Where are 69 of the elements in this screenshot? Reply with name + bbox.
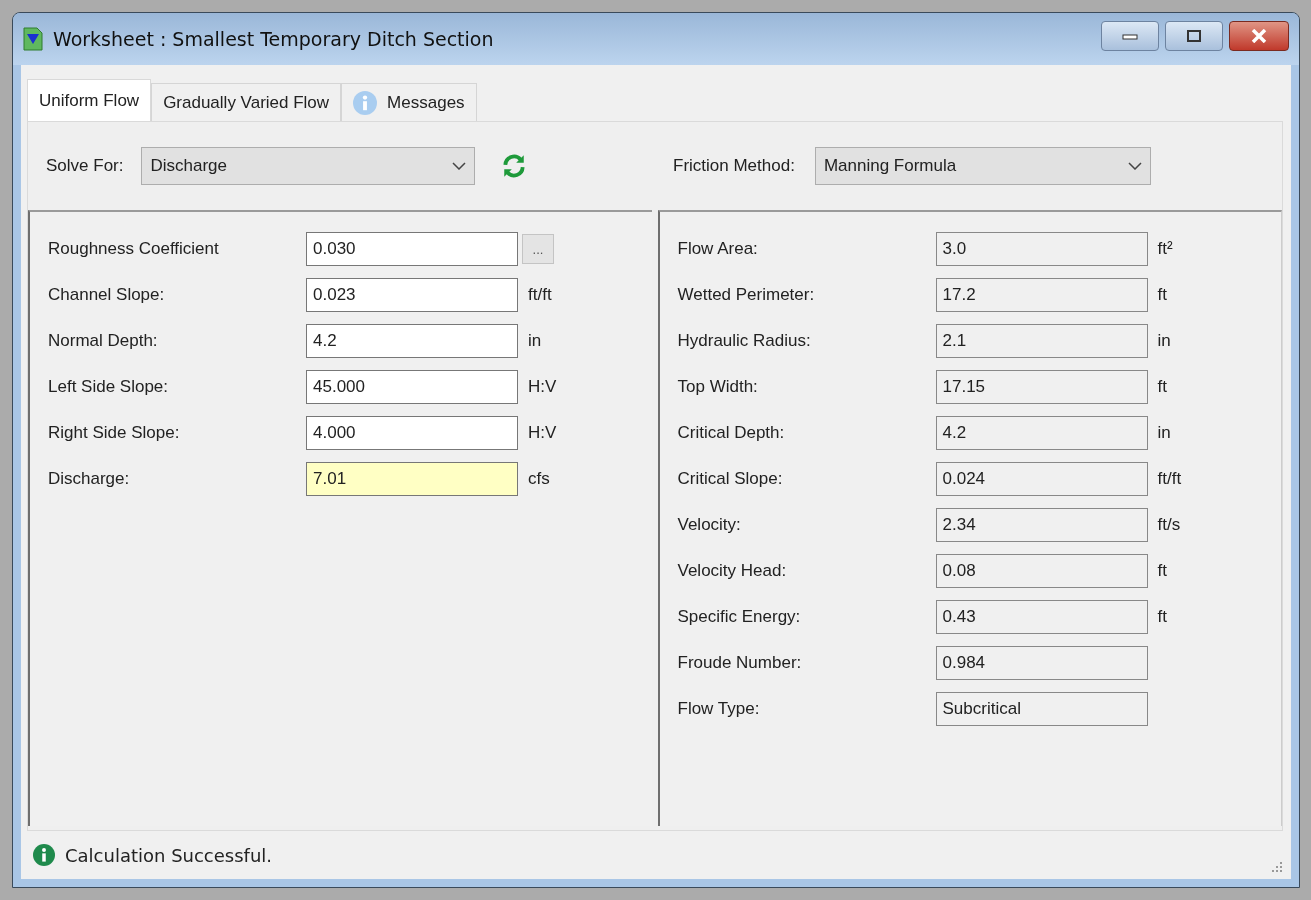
unit-label: ft/s xyxy=(1157,515,1181,535)
close-button[interactable] xyxy=(1229,21,1289,51)
result-label: Froude Number: xyxy=(677,653,803,673)
browse-button[interactable]: ... xyxy=(522,234,554,264)
unit-label: ft² xyxy=(1157,239,1173,259)
unit-label: in xyxy=(1157,423,1171,443)
result-field: 2.34 xyxy=(935,508,1148,542)
result-label: Critical Slope: xyxy=(677,469,784,489)
result-label: Flow Type: xyxy=(677,699,761,719)
result-field: Subcritical xyxy=(935,692,1148,726)
tab[interactable]: Messages xyxy=(341,83,477,121)
field-label: Roughness Coefficient xyxy=(48,239,220,259)
input-field[interactable]: 7.01 xyxy=(306,462,518,496)
result-label: Flow Area: xyxy=(677,239,759,259)
field-label: Right Side Slope: xyxy=(48,423,181,443)
maximize-icon xyxy=(1184,29,1204,43)
unit-label: ft xyxy=(1157,285,1167,305)
friction-method-dropdown[interactable]: Manning Formula xyxy=(814,147,1151,185)
result-field: 17.2 xyxy=(935,278,1148,312)
unit-label: H:V xyxy=(528,377,557,397)
result-field: 0.08 xyxy=(935,554,1148,588)
result-label: Top Width: xyxy=(677,377,759,397)
result-field: 0.984 xyxy=(935,646,1148,680)
unit-label: in xyxy=(1157,331,1171,351)
field-label: Discharge: xyxy=(48,469,131,489)
result-field: 17.15 xyxy=(935,370,1148,404)
resize-grip-icon[interactable] xyxy=(1271,861,1283,873)
result-field: 0.024 xyxy=(935,462,1148,496)
unit-label: ft/ft xyxy=(1157,469,1182,489)
tab[interactable]: Uniform Flow xyxy=(27,79,152,121)
solve-for-dropdown[interactable]: Discharge xyxy=(141,147,476,185)
unit-label: cfs xyxy=(528,469,550,489)
input-field[interactable]: 45.000 xyxy=(306,370,518,404)
minimize-button[interactable] xyxy=(1101,21,1159,51)
status-message: Calculation Successful. xyxy=(65,844,274,866)
input-field[interactable]: 0.023 xyxy=(306,278,518,312)
result-label: Hydraulic Radius: xyxy=(677,331,812,351)
unit-label: H:V xyxy=(528,423,557,443)
result-label: Wetted Perimeter: xyxy=(677,285,816,305)
maximize-button[interactable] xyxy=(1165,21,1223,51)
result-label: Specific Energy: xyxy=(677,607,802,627)
friction-method-label: Friction Method: xyxy=(673,156,795,176)
field-label: Left Side Slope: xyxy=(48,377,170,397)
close-icon xyxy=(1249,29,1269,43)
unit-label: ft xyxy=(1157,561,1167,581)
caret-icon xyxy=(452,162,467,170)
input-field[interactable]: 0.030 xyxy=(306,232,518,266)
unit-label: ft xyxy=(1157,377,1167,397)
result-field: 3.0 xyxy=(935,232,1148,266)
window-title: Worksheet : Smallest Temporary Ditch Section xyxy=(53,28,495,50)
input-field[interactable]: 4.000 xyxy=(306,416,518,450)
solve-for-label: Solve For: xyxy=(46,156,124,176)
result-label: Critical Depth: xyxy=(677,423,786,443)
result-field: 4.2 xyxy=(935,416,1148,450)
document-icon xyxy=(23,27,43,51)
result-field: 2.1 xyxy=(935,324,1148,358)
unit-label: ft/ft xyxy=(528,285,552,305)
field-label: Channel Slope: xyxy=(48,285,166,305)
info-icon xyxy=(33,844,55,866)
result-label: Velocity Head: xyxy=(677,561,788,581)
tab[interactable]: Gradually Varied Flow xyxy=(151,83,342,121)
field-label: Normal Depth: xyxy=(48,331,159,351)
result-label: Velocity: xyxy=(677,515,742,535)
info-icon xyxy=(353,90,378,115)
caret-icon xyxy=(1127,162,1142,170)
unit-label: in xyxy=(528,331,542,351)
result-field: 0.43 xyxy=(935,600,1148,634)
input-field[interactable]: 4.2 xyxy=(306,324,518,358)
unit-label: ft xyxy=(1157,607,1167,627)
